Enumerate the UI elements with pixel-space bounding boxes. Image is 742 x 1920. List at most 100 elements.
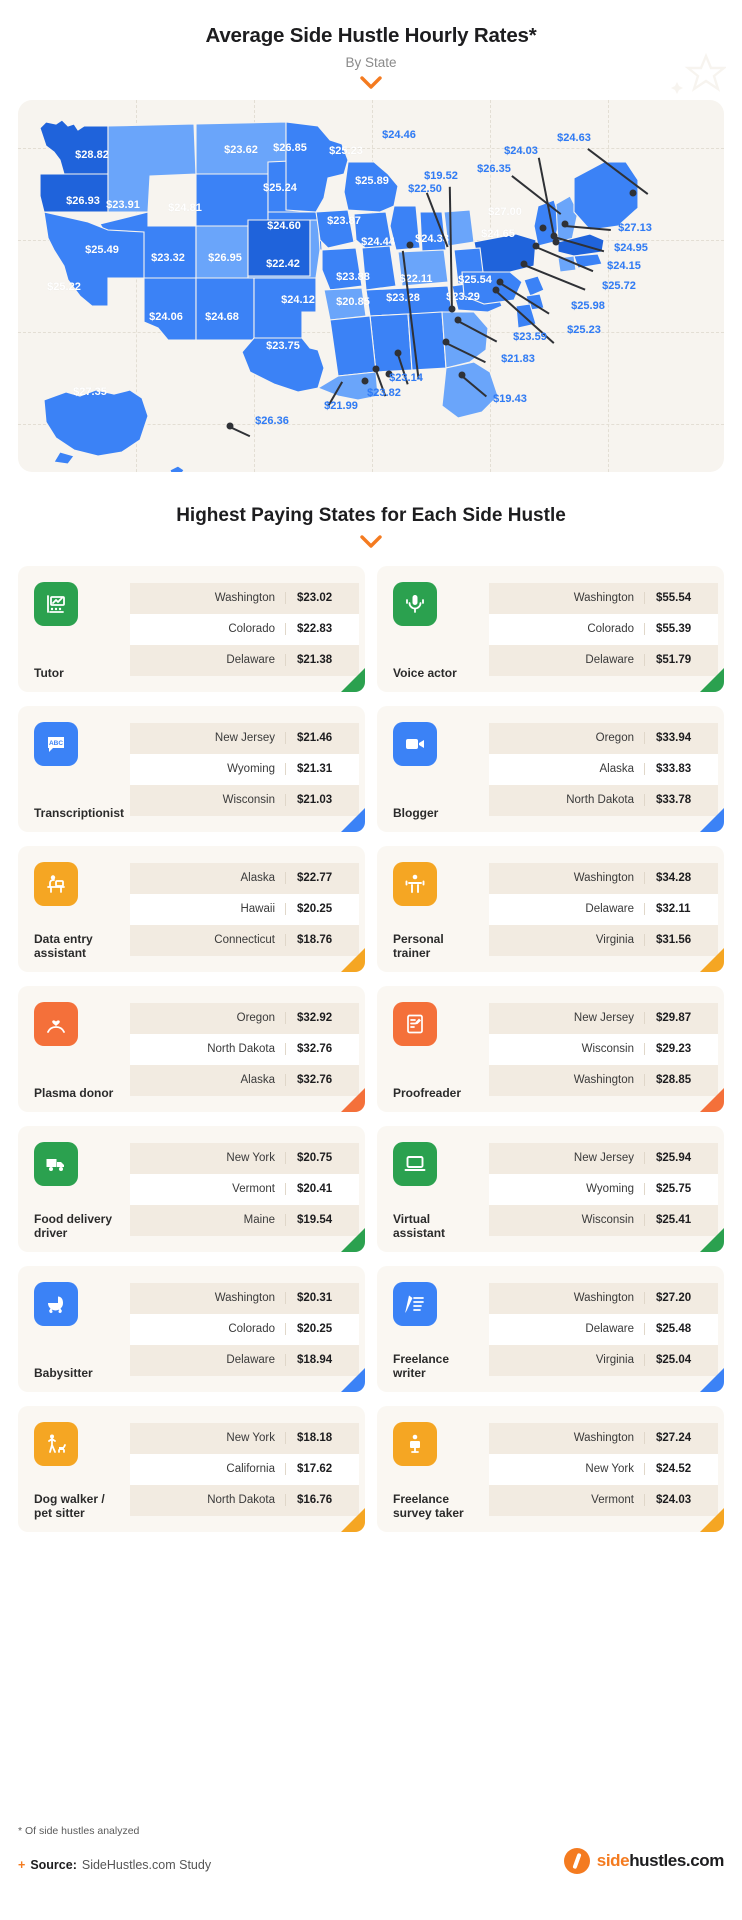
card-left: Plasma donor: [18, 986, 130, 1112]
hustle-card: Food delivery driver New York $20.75 Vermon…: [18, 1126, 365, 1252]
state-value-label: $25.89: [355, 175, 389, 187]
state-name-cell: Vermont: [591, 1494, 634, 1506]
callout-dot: [561, 220, 569, 228]
rate-value-cell: $25.75: [644, 1183, 718, 1195]
hustle-card: Freelance survey taker Washington $27.24 Ne…: [377, 1406, 724, 1532]
svg-text:ABC: ABC: [49, 740, 63, 747]
state-value-label: $25.54: [458, 274, 492, 286]
plus-icon: +: [18, 1858, 26, 1872]
callout-dot: [394, 349, 402, 357]
rate-value-cell: $23.02: [285, 592, 359, 604]
rate-value-cell: $28.85: [644, 1074, 718, 1086]
hustle-card: Tutor Washington $23.02 Colorado $22.83 Delaw…: [18, 566, 365, 692]
document-pencil-icon: [393, 1002, 437, 1046]
rate-value-cell: $18.94: [285, 1354, 359, 1366]
hustle-card: Dog walker / pet sitter New York $18.18 Cal…: [18, 1406, 365, 1532]
card-left: Virtual assistant: [377, 1126, 489, 1252]
state-rate-table: New Jersey $25.94 Wyoming $25.75 Wisconsin $2…: [489, 1126, 724, 1252]
table-row: North Dakota $33.78: [489, 784, 718, 816]
table-row: Washington $27.24: [489, 1422, 718, 1454]
state-name-cell: California: [226, 1463, 275, 1475]
rate-value-cell: $33.94: [644, 732, 718, 744]
callout-value-label: $26.36: [255, 415, 289, 427]
table-row: Alaska $33.83: [489, 753, 718, 785]
rate-value-cell: $20.75: [285, 1152, 359, 1164]
survey-person-icon: [393, 1422, 437, 1466]
state-rate-table: Washington $23.02 Colorado $22.83 Delaware $2…: [130, 566, 365, 692]
callout-value-label: $24.95: [614, 242, 648, 254]
logo-text-part2: hustles.com: [629, 1851, 724, 1870]
logo-mark-icon: [563, 1848, 590, 1874]
state-value-label: $23.32: [151, 252, 185, 264]
table-row: Virginia $31.56: [489, 924, 718, 956]
state-name-cell: Washington: [573, 1074, 634, 1086]
card-left: Data entry assistant: [18, 846, 130, 972]
card-corner-accent: [700, 1228, 724, 1252]
state-value-label: $23.28: [386, 292, 420, 304]
card-left: Freelance writer: [377, 1266, 489, 1392]
card-left: Dog walker / pet sitter: [18, 1406, 130, 1532]
card-corner-accent: [341, 948, 365, 972]
state-rate-table: New Jersey $29.87 Wisconsin $29.23 Washingto…: [489, 986, 724, 1112]
state-name-cell: Delaware: [226, 1354, 275, 1366]
hustle-card: Plasma donor Oregon $32.92 North Dakota $32.…: [18, 986, 365, 1112]
state-name-cell: Vermont: [232, 1183, 275, 1195]
state-value-label: $25.24: [263, 182, 297, 194]
table-row: Vermont $24.03: [489, 1484, 718, 1516]
card-corner-accent: [341, 808, 365, 832]
logo-text-part1: side: [596, 1851, 630, 1870]
rate-value-cell: $24.03: [644, 1494, 718, 1506]
rate-value-cell: $25.48: [644, 1323, 718, 1335]
state-value-label: $25.23: [329, 145, 363, 157]
hustle-card: Freelance writer Washington $27.20 Delaware…: [377, 1266, 724, 1392]
card-left: ABC Transcriptionist: [18, 706, 130, 832]
state-name-cell: New Jersey: [573, 1152, 634, 1164]
laptop-icon: [393, 1142, 437, 1186]
rate-value-cell: $21.03: [285, 794, 359, 806]
callout-dot: [458, 371, 466, 379]
state-name-cell: Colorado: [228, 623, 275, 635]
callout-dot: [492, 286, 500, 294]
callout-dot: [539, 224, 547, 232]
rate-value-cell: $33.83: [644, 763, 718, 775]
table-row: Washington $34.28: [489, 862, 718, 894]
table-row: Delaware $32.11: [489, 893, 718, 925]
rate-value-cell: $24.52: [644, 1463, 718, 1475]
rate-value-cell: $21.38: [285, 654, 359, 666]
card-left: Food delivery driver: [18, 1126, 130, 1252]
table-row: Wisconsin $29.23: [489, 1033, 718, 1065]
state-value-label: $24.65: [481, 228, 515, 240]
state-name-cell: North Dakota: [566, 794, 634, 806]
dog-walker-icon: [34, 1422, 78, 1466]
state-rate-table: Washington $27.24 New York $24.52 Vermont $24…: [489, 1406, 724, 1532]
table-row: Washington $20.31: [130, 1282, 359, 1314]
card-left: Blogger: [377, 706, 489, 832]
state-value-label: $24.60: [267, 220, 301, 232]
state-value-label: $27.35: [73, 386, 107, 398]
star-decoration-icon: [666, 52, 728, 103]
table-row: New York $24.52: [489, 1453, 718, 1485]
table-row: Washington $27.20: [489, 1282, 718, 1314]
callout-dot: [372, 365, 380, 373]
sidehustles-logo[interactable]: sidehustles.com: [563, 1848, 724, 1874]
state-name-cell: New York: [585, 1463, 634, 1475]
table-row: North Dakota $32.76: [130, 1033, 359, 1065]
table-row: New Jersey $29.87: [489, 1002, 718, 1034]
table-row: North Dakota $16.76: [130, 1484, 359, 1516]
hustle-name: Freelance survey taker: [393, 1491, 464, 1520]
state-name-cell: Washington: [214, 1292, 275, 1304]
state-name-cell: Wisconsin: [222, 794, 275, 806]
state-value-label: $20.85: [336, 296, 370, 308]
callout-value-label: $21.83: [501, 353, 535, 365]
card-left: Voice actor: [377, 566, 489, 692]
state-value-label: $24.44: [361, 236, 395, 248]
state-value-label: $24.06: [149, 311, 183, 323]
rate-value-cell: $31.56: [644, 934, 718, 946]
state-name-cell: New Jersey: [214, 732, 275, 744]
state-rate-table: Washington $27.20 Delaware $25.48 Virginia $2…: [489, 1266, 724, 1392]
state-value-label: $26.93: [66, 195, 100, 207]
state-name-cell: Maine: [243, 1214, 275, 1226]
callout-dot: [448, 305, 456, 313]
table-row: Virginia $25.04: [489, 1344, 718, 1376]
card-corner-accent: [700, 1088, 724, 1112]
